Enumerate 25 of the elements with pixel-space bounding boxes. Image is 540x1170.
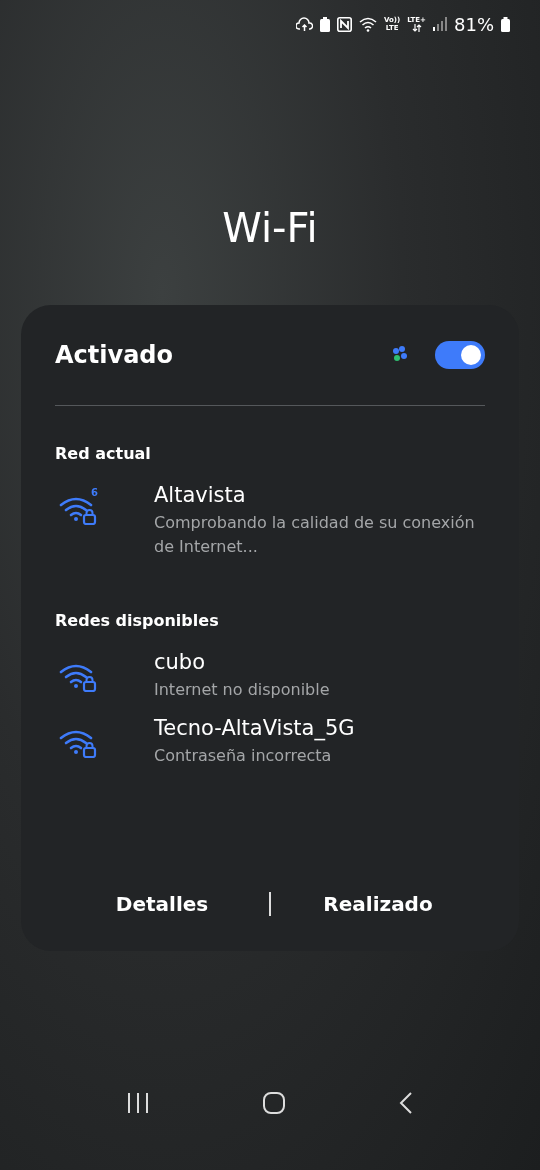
back-icon[interactable] xyxy=(398,1091,414,1115)
battery-icon xyxy=(501,16,510,32)
battery-saver-icon xyxy=(320,16,330,32)
wifi-standard-label: 6 xyxy=(91,487,98,498)
wifi-toggle[interactable] xyxy=(435,341,485,369)
section-heading: Red actual xyxy=(55,444,152,463)
battery-percentage: 81% xyxy=(454,13,494,35)
wifi-icon xyxy=(359,16,377,32)
done-button[interactable]: Realizado xyxy=(271,891,485,917)
network-name[interactable]: cubo xyxy=(154,650,485,674)
cloud-sync-icon xyxy=(296,16,313,32)
page-title: Wi-Fi xyxy=(221,204,319,253)
network-name[interactable]: Tecno-AltaVista_5G xyxy=(154,716,485,740)
nfc-icon xyxy=(337,16,352,32)
home-icon[interactable] xyxy=(262,1091,286,1115)
network-name[interactable]: Altavista xyxy=(154,483,485,507)
network-status: Comprobando la calidad de su conexión de Internet... xyxy=(154,512,476,558)
signal-icon xyxy=(433,17,447,31)
details-button[interactable]: Detalles xyxy=(55,891,269,917)
network-status: Internet no disponible xyxy=(154,679,331,701)
recents-icon[interactable] xyxy=(126,1092,150,1114)
data-arrows-icon xyxy=(411,24,422,32)
wifi-status-label: Activado xyxy=(55,341,174,369)
network-status: Contraseña incorrecta xyxy=(154,745,333,767)
section-heading: Redes disponibles xyxy=(55,611,220,630)
